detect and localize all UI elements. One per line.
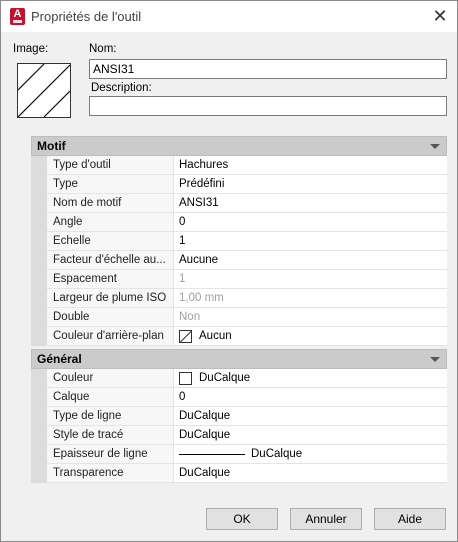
chevron-down-icon[interactable] xyxy=(430,357,440,362)
property-row-angle[interactable]: Angle 0 xyxy=(47,213,447,232)
autocad-app-icon: A xyxy=(10,8,25,25)
description-input[interactable] xyxy=(89,96,447,116)
property-row-couleur[interactable]: Couleur DuCalque xyxy=(47,369,447,388)
name-input[interactable]: ANSI31 xyxy=(89,59,447,79)
ok-button[interactable]: OK xyxy=(206,508,278,530)
property-row-echelle[interactable]: Echelle 1 xyxy=(47,232,447,251)
cancel-button[interactable]: Annuler xyxy=(290,508,362,530)
property-row-calque[interactable]: Calque 0 xyxy=(47,388,447,407)
lineweight-sample-icon xyxy=(179,453,245,455)
title-bar: A Propriétés de l'outil ✕ xyxy=(1,1,457,32)
property-row-espacement: Espacement 1 xyxy=(47,270,447,289)
no-color-swatch-icon xyxy=(179,329,192,343)
general-section: Général Couleur DuCalque Calque 0 Type de… xyxy=(31,349,447,483)
property-row-transparence[interactable]: Transparence DuCalque xyxy=(47,464,447,483)
property-row-type[interactable]: Type Prédéfini xyxy=(47,175,447,194)
description-label: Description: xyxy=(91,82,152,94)
property-row-couleur-arriere-plan[interactable]: Couleur d'arrière-plan Aucun xyxy=(47,327,447,346)
chevron-down-icon[interactable] xyxy=(430,144,440,149)
window-title: Propriétés de l'outil xyxy=(31,9,142,24)
property-row-facteur-echelle[interactable]: Facteur d'échelle au... Aucune xyxy=(47,251,447,270)
motif-section: Motif Type d'outil Hachures Type Prédéfini… xyxy=(31,136,447,346)
close-icon[interactable]: ✕ xyxy=(423,1,457,32)
property-row-epaisseur-ligne[interactable]: Epaisseur de ligne DuCalque xyxy=(47,445,447,464)
general-section-header[interactable]: Général xyxy=(31,349,447,369)
property-row-double: Double Non xyxy=(47,308,447,327)
property-row-type-outil[interactable]: Type d'outil Hachures xyxy=(47,156,447,175)
property-row-style-trace[interactable]: Style de tracé DuCalque xyxy=(47,426,447,445)
name-label: Nom: xyxy=(89,43,117,55)
image-label: Image: xyxy=(13,43,49,55)
color-swatch-icon xyxy=(179,371,192,385)
motif-section-header[interactable]: Motif xyxy=(31,136,447,156)
property-row-type-ligne[interactable]: Type de ligne DuCalque xyxy=(47,407,447,426)
hatch-preview-image xyxy=(17,63,71,118)
property-row-nom-motif[interactable]: Nom de motif ANSI31 xyxy=(47,194,447,213)
tool-properties-dialog: A Propriétés de l'outil ✕ Image: Nom: AN… xyxy=(0,0,458,542)
property-row-largeur-plume: Largeur de plume ISO 1,00 mm xyxy=(47,289,447,308)
help-button[interactable]: Aide xyxy=(374,508,446,530)
